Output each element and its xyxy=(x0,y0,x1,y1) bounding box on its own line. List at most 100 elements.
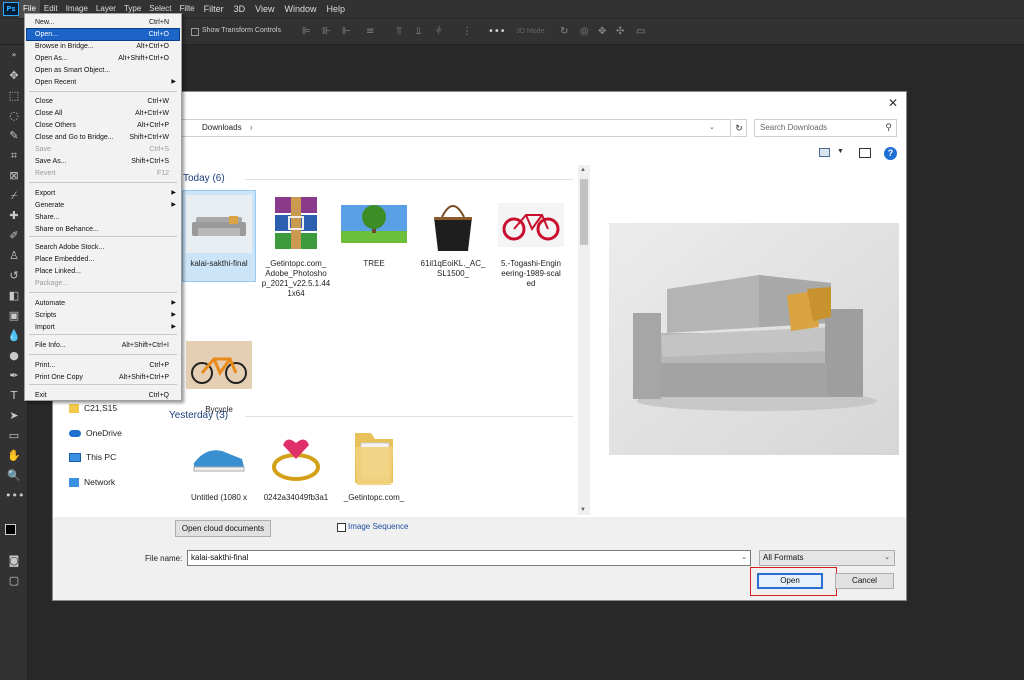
group-header-yesterday[interactable]: Yesterday (3) xyxy=(169,410,228,421)
healing-tool-icon[interactable]: ✚ xyxy=(5,208,23,224)
lasso-tool-icon[interactable]: ◌ xyxy=(5,108,23,124)
menu-item-open[interactable]: Open... Ctrl+O xyxy=(26,28,180,41)
quick-select-tool-icon[interactable]: ✎ xyxy=(5,128,23,144)
menu-item-exit[interactable]: Exit Ctrl+Q xyxy=(27,390,179,401)
screen-mode-icon[interactable]: ▢ xyxy=(5,573,23,589)
menu-item-search-adobe-stock[interactable]: Search Adobe Stock... xyxy=(27,242,179,253)
frame-tool-icon[interactable]: ⊠ xyxy=(5,168,23,184)
file-item-getintopc-photoshop[interactable]: _Getintopc.com_ Adobe_Photosho p_2021_v2… xyxy=(260,191,332,306)
nav-item-onedrive[interactable]: OneDrive xyxy=(69,428,122,438)
menu-item-close[interactable]: Close Ctrl+W xyxy=(27,96,179,107)
dodge-tool-icon[interactable]: ● xyxy=(5,348,23,364)
menu-item-import[interactable]: Import ▶ xyxy=(27,322,179,333)
file-item-getintopc-folder[interactable]: _Getintopc.com_ xyxy=(338,425,410,515)
type-tool-icon[interactable]: T xyxy=(5,388,23,404)
menu-item-new[interactable]: New... Ctrl+N xyxy=(27,17,179,28)
refresh-icon[interactable]: ↻ xyxy=(732,119,747,137)
chevron-down-icon[interactable]: ⌄ xyxy=(741,553,747,561)
scroll-down-icon[interactable]: ▼ xyxy=(580,507,586,513)
file-name-input[interactable]: kalai-sakthi-final ⌄ xyxy=(187,550,751,566)
menu-filter[interactable]: Filter xyxy=(199,0,229,18)
align-left-icon[interactable]: ⊫ xyxy=(302,26,311,37)
menu-item-export[interactable]: Export ▶ xyxy=(27,188,179,199)
view-dropdown-icon[interactable]: ▼ xyxy=(837,148,844,155)
eraser-tool-icon[interactable]: ◧ xyxy=(5,288,23,304)
menu-item-save[interactable]: Save Ctrl+S xyxy=(27,144,179,155)
open-cloud-documents-button[interactable]: Open cloud documents xyxy=(175,520,271,537)
quick-mask-icon[interactable]: ◙ xyxy=(5,553,23,569)
edit-toolbar-icon[interactable]: ••• xyxy=(5,488,24,504)
path-select-tool-icon[interactable]: ➤ xyxy=(5,408,23,424)
scroll-up-icon[interactable]: ▲ xyxy=(580,167,586,173)
scroll-thumb[interactable] xyxy=(580,179,588,245)
hand-tool-icon[interactable]: ✋ xyxy=(5,448,23,464)
menu-help[interactable]: Help xyxy=(322,0,351,18)
nav-item-this-pc[interactable]: This PC xyxy=(69,452,116,462)
menu-item-browse-in-bridge[interactable]: Browse in Bridge... Alt+Ctrl+O xyxy=(27,41,179,52)
file-format-select[interactable]: All Formats ⌄ xyxy=(759,550,895,566)
align-top-icon[interactable]: ⫪ xyxy=(396,26,402,37)
3d-roll-icon[interactable]: ◎ xyxy=(580,26,589,37)
more-icon[interactable]: ••• xyxy=(488,26,506,37)
menu-item-share-on-behance[interactable]: Share on Behance... xyxy=(27,224,179,235)
3d-scale-icon[interactable]: ▭ xyxy=(636,26,645,37)
menu-item-open-as-smart-object[interactable]: Open as Smart Object... xyxy=(27,65,179,76)
menu-item-close-all[interactable]: Close All Alt+Ctrl+W xyxy=(27,108,179,119)
history-brush-icon[interactable]: ↺ xyxy=(5,268,23,284)
align-right-icon[interactable]: ⊩ xyxy=(342,26,351,37)
distribute-icon[interactable]: ≡ xyxy=(366,26,374,37)
menu-item-open-recent[interactable]: Open Recent ▶ xyxy=(27,77,179,88)
pen-tool-icon[interactable]: ✒ xyxy=(5,368,23,384)
file-item-ring[interactable]: 0242a34049fb3a1 xyxy=(260,425,332,515)
menu-3d[interactable]: 3D xyxy=(229,0,251,18)
align-bottom-icon[interactable]: ⫩ xyxy=(436,26,442,37)
menu-item-file-info[interactable]: File Info... Alt+Shift+Ctrl+I xyxy=(27,340,179,351)
close-icon[interactable]: ✕ xyxy=(886,96,900,110)
search-icon[interactable]: ⚲ xyxy=(885,122,892,133)
file-item-untitled[interactable]: Untitled (1080 x xyxy=(183,425,255,515)
menu-item-place-embedded[interactable]: Place Embedded... xyxy=(27,254,179,265)
file-item-kalai-sakthi-final[interactable]: kalai-sakthi-final xyxy=(182,190,256,282)
gradient-tool-icon[interactable]: ▣ xyxy=(5,308,23,324)
image-sequence-label[interactable]: Image Sequence xyxy=(348,522,409,531)
chevron-right-icon[interactable]: › xyxy=(250,123,253,132)
menu-item-close-and-go-to-bridge[interactable]: Close and Go to Bridge... Shift+Ctrl+W xyxy=(27,132,179,143)
file-list-scrollbar[interactable]: ▲ ▼ xyxy=(578,165,590,515)
menu-item-automate[interactable]: Automate ▶ xyxy=(27,298,179,309)
chevron-down-icon[interactable]: ⌄ xyxy=(709,123,715,131)
nav-item-c21s15[interactable]: C21,S15 xyxy=(69,403,117,413)
panel-collapse-icon[interactable]: » xyxy=(5,47,23,63)
menu-item-generate[interactable]: Generate ▶ xyxy=(27,200,179,211)
change-view-icon[interactable] xyxy=(819,148,830,157)
move-tool-icon[interactable]: ✥ xyxy=(5,68,23,84)
menu-item-open-as[interactable]: Open As... Alt+Shift+Ctrl+O xyxy=(27,53,179,64)
menu-item-save-as[interactable]: Save As... Shift+Ctrl+S xyxy=(27,156,179,167)
crop-tool-icon[interactable]: ⌗ xyxy=(5,148,23,164)
cancel-button[interactable]: Cancel xyxy=(835,573,894,589)
shape-tool-icon[interactable]: ▭ xyxy=(5,428,23,444)
image-sequence-checkbox[interactable] xyxy=(337,523,346,532)
eyedropper-tool-icon[interactable]: ⌿ xyxy=(5,188,23,204)
breadcrumb-downloads[interactable]: Downloads xyxy=(202,123,242,132)
3d-slide-icon[interactable]: ✣ xyxy=(616,26,624,37)
menu-view[interactable]: View xyxy=(250,0,279,18)
3d-orbit-icon[interactable]: ↻ xyxy=(560,26,568,37)
stamp-tool-icon[interactable]: ♙ xyxy=(5,248,23,264)
brush-tool-icon[interactable]: ✐ xyxy=(5,228,23,244)
menu-item-package[interactable]: Package... xyxy=(27,278,179,289)
menu-window[interactable]: Window xyxy=(280,0,322,18)
menu-item-print-one-copy[interactable]: Print One Copy Alt+Shift+Ctrl+P xyxy=(27,372,179,383)
distribute-vertical-icon[interactable]: ⋮ xyxy=(462,26,472,37)
file-item-bag[interactable]: 61il1qEoiKL._AC_ SL1500_ xyxy=(417,191,489,291)
menu-item-close-others[interactable]: Close Others Alt+Ctrl+P xyxy=(27,120,179,131)
align-center-icon[interactable]: ⊪ xyxy=(322,26,331,37)
menu-item-scripts[interactable]: Scripts ▶ xyxy=(27,310,179,321)
nav-item-network[interactable]: Network xyxy=(69,477,115,487)
menu-item-share[interactable]: Share... xyxy=(27,212,179,223)
preview-pane-icon[interactable] xyxy=(859,148,871,158)
address-bar[interactable]: › Downloads › ⌄ xyxy=(171,119,731,137)
file-item-togashi-bike[interactable]: 5.-Togashi-Engin eering-1989-scal ed xyxy=(495,191,567,301)
align-middle-icon[interactable]: ⫫ xyxy=(416,26,422,37)
menu-item-place-linked[interactable]: Place Linked... xyxy=(27,266,179,277)
3d-pan-icon[interactable]: ✥ xyxy=(598,26,606,37)
